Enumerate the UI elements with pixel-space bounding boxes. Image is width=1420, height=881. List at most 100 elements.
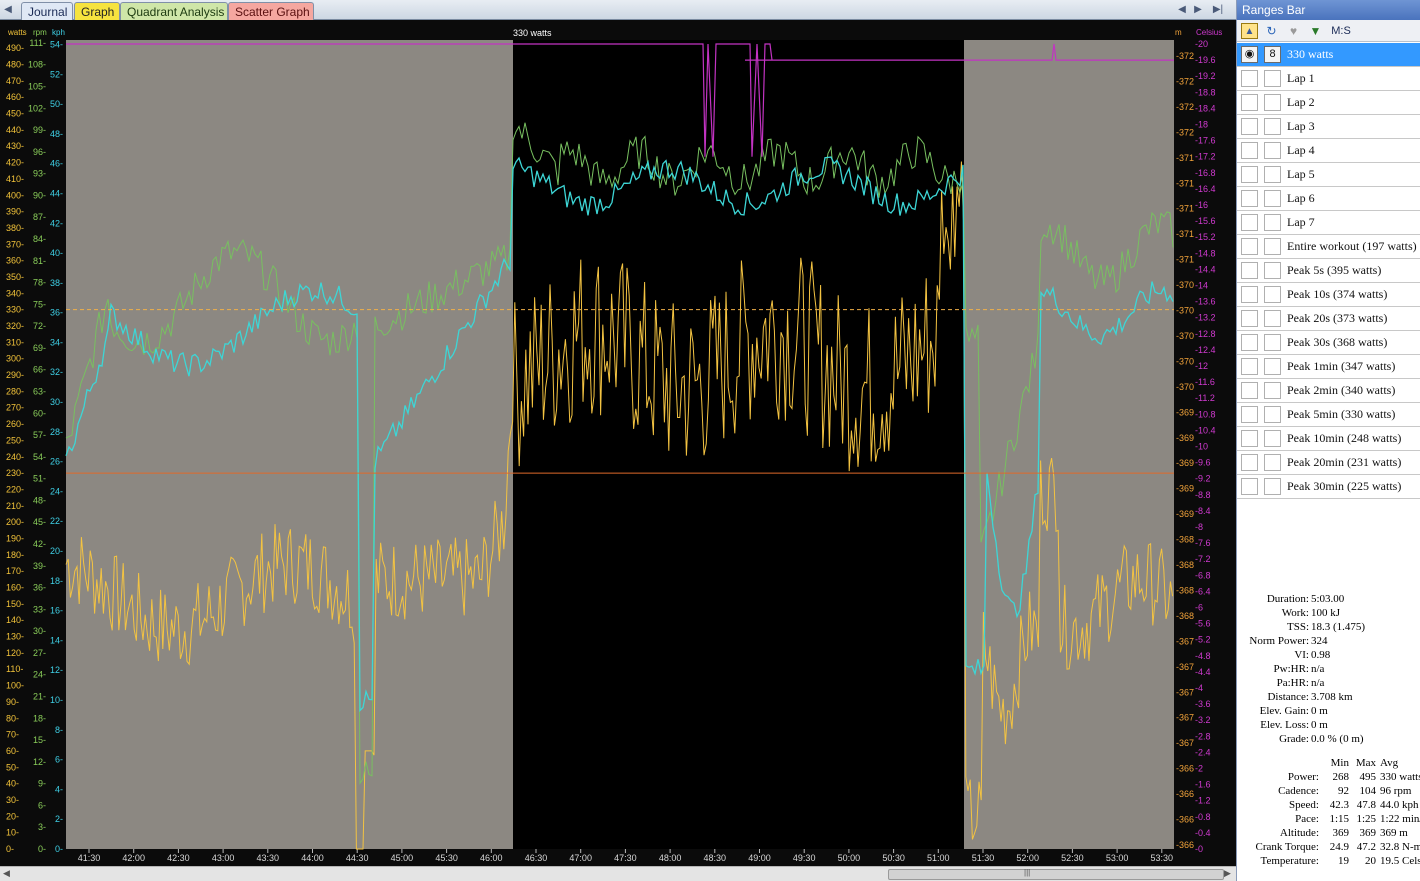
visibility-checkbox[interactable] bbox=[1241, 454, 1258, 471]
visibility-checkbox[interactable] bbox=[1241, 94, 1258, 111]
ranges-toolbar: ▲ ↻ ♥ ▼ M:S bbox=[1237, 20, 1420, 42]
refresh-icon[interactable]: ↻ bbox=[1263, 23, 1280, 39]
visibility-checkbox[interactable] bbox=[1241, 430, 1258, 447]
lock-checkbox[interactable] bbox=[1264, 454, 1281, 471]
range-item[interactable]: Lap 3 bbox=[1237, 115, 1420, 139]
range-item[interactable]: Peak 5s (395 watts) bbox=[1237, 259, 1420, 283]
lock-checkbox[interactable] bbox=[1264, 310, 1281, 327]
range-item[interactable]: Lap 2 bbox=[1237, 91, 1420, 115]
visibility-checkbox[interactable] bbox=[1241, 334, 1258, 351]
visibility-checkbox[interactable] bbox=[1241, 262, 1258, 279]
celsius-tick-label: -5.2 bbox=[1195, 635, 1211, 645]
lock-checkbox[interactable] bbox=[1264, 142, 1281, 159]
scrollbar-thumb[interactable] bbox=[888, 869, 1224, 880]
altitude-tick-label: -372 bbox=[1176, 127, 1194, 137]
range-item[interactable]: Lap 1 bbox=[1237, 67, 1420, 91]
scroll-left-icon[interactable]: ◀ bbox=[3, 868, 10, 879]
watts-tick-label: 140- bbox=[6, 615, 24, 625]
visibility-checkbox[interactable] bbox=[1241, 310, 1258, 327]
range-item[interactable]: Lap 5 bbox=[1237, 163, 1420, 187]
range-item[interactable]: Peak 5min (330 watts) bbox=[1237, 403, 1420, 427]
stats-max: 47.8 bbox=[1356, 799, 1376, 811]
tab-graph-label: Graph bbox=[81, 5, 115, 19]
lock-checkbox[interactable] bbox=[1264, 166, 1281, 183]
rpm-tick-label: 30- bbox=[33, 626, 46, 636]
visibility-checkbox[interactable] bbox=[1241, 382, 1258, 399]
range-item[interactable]: ◉ 8 330 watts bbox=[1237, 43, 1420, 67]
altitude-tick-label: -370 bbox=[1176, 331, 1194, 341]
rpm-tick-label: 54- bbox=[33, 452, 46, 462]
range-item[interactable]: Peak 1min (347 watts) bbox=[1237, 355, 1420, 379]
celsius-tick-label: -18 bbox=[1195, 120, 1208, 130]
workout-graph[interactable]: watts rpm kph m Celsius 0- 10- 20- 30- 40- 50- 60- 7… bbox=[0, 20, 1236, 870]
shield-icon[interactable]: ♥ bbox=[1285, 23, 1302, 39]
heart-icon[interactable]: ▼ bbox=[1307, 23, 1324, 39]
lock-checkbox[interactable] bbox=[1264, 430, 1281, 447]
range-item[interactable]: Lap 7 bbox=[1237, 211, 1420, 235]
kph-tick-label: 38- bbox=[50, 278, 63, 288]
visibility-checkbox[interactable] bbox=[1241, 406, 1258, 423]
range-item[interactable]: Peak 30min (225 watts) bbox=[1237, 475, 1420, 499]
chain-icon[interactable]: 8 bbox=[1264, 46, 1281, 63]
altitude-tick-label: -369 bbox=[1176, 458, 1194, 468]
range-item[interactable]: Entire workout (197 watts) bbox=[1237, 235, 1420, 259]
watts-tick-label: 490- bbox=[6, 43, 24, 53]
range-item[interactable]: Peak 30s (368 watts) bbox=[1237, 331, 1420, 355]
open-range-icon[interactable]: ▲ bbox=[1241, 23, 1258, 39]
tab-scatter-graph[interactable]: Scatter Graph bbox=[228, 2, 314, 20]
lock-checkbox[interactable] bbox=[1264, 358, 1281, 375]
watts-tick-label: 180- bbox=[6, 550, 24, 560]
lock-checkbox[interactable] bbox=[1264, 262, 1281, 279]
lock-checkbox[interactable] bbox=[1264, 70, 1281, 87]
range-item[interactable]: Peak 2min (340 watts) bbox=[1237, 379, 1420, 403]
stats-row: Cadence: 92 104 96 rpm bbox=[1237, 784, 1420, 798]
tab-scroll-left-icon[interactable]: ◀ bbox=[2, 3, 14, 17]
tab-prev-icon[interactable]: ◀ bbox=[1176, 3, 1188, 17]
tab-graph[interactable]: Graph bbox=[74, 2, 120, 20]
range-item[interactable]: Peak 10min (248 watts) bbox=[1237, 427, 1420, 451]
lock-checkbox[interactable] bbox=[1264, 238, 1281, 255]
visibility-checkbox[interactable] bbox=[1241, 142, 1258, 159]
lock-checkbox[interactable] bbox=[1264, 406, 1281, 423]
tab-end-icon[interactable]: ▶| bbox=[1212, 3, 1224, 17]
tab-journal[interactable]: Journal bbox=[21, 2, 73, 20]
visibility-checkbox[interactable] bbox=[1241, 118, 1258, 135]
visibility-checkbox[interactable] bbox=[1241, 214, 1258, 231]
lock-checkbox[interactable] bbox=[1264, 478, 1281, 495]
tab-quadrant-analysis[interactable]: Quadrant Analysis bbox=[120, 2, 228, 20]
range-item[interactable]: Lap 6 bbox=[1237, 187, 1420, 211]
visibility-checkbox[interactable] bbox=[1241, 286, 1258, 303]
lock-checkbox[interactable] bbox=[1264, 214, 1281, 231]
celsius-tick-label: -4.4 bbox=[1195, 667, 1211, 677]
visibility-checkbox[interactable] bbox=[1241, 190, 1258, 207]
x-tick-label: 48:30 bbox=[704, 853, 727, 863]
stats-min: 19 bbox=[1338, 855, 1349, 867]
scroll-right-icon[interactable]: ▶ bbox=[1224, 868, 1231, 879]
range-item[interactable]: Peak 20s (373 watts) bbox=[1237, 307, 1420, 331]
visibility-checkbox[interactable] bbox=[1241, 70, 1258, 87]
time-format-toggle[interactable]: M:S bbox=[1329, 23, 1353, 39]
lock-checkbox[interactable] bbox=[1264, 382, 1281, 399]
graph-horizontal-scrollbar[interactable]: ◀ ||| ▶ bbox=[0, 866, 1236, 881]
lock-checkbox[interactable] bbox=[1264, 94, 1281, 111]
range-item[interactable]: Peak 10s (374 watts) bbox=[1237, 283, 1420, 307]
range-item[interactable]: Lap 4 bbox=[1237, 139, 1420, 163]
altitude-tick-label: -371 bbox=[1176, 178, 1194, 188]
tab-next-icon[interactable]: ▶ bbox=[1192, 3, 1204, 17]
summary-row: VI: 0.98 bbox=[1237, 648, 1420, 662]
celsius-tick-label: -20 bbox=[1195, 39, 1208, 49]
lock-checkbox[interactable] bbox=[1264, 118, 1281, 135]
range-item-label: 330 watts bbox=[1287, 47, 1334, 61]
kph-tick-label: 24- bbox=[50, 486, 63, 496]
visibility-checkbox[interactable] bbox=[1241, 166, 1258, 183]
visibility-checkbox[interactable] bbox=[1241, 238, 1258, 255]
summary-row: Work: 100 kJ bbox=[1237, 606, 1420, 620]
lock-checkbox[interactable] bbox=[1264, 334, 1281, 351]
lock-checkbox[interactable] bbox=[1264, 286, 1281, 303]
range-item[interactable]: Peak 20min (231 watts) bbox=[1237, 451, 1420, 475]
lock-checkbox[interactable] bbox=[1264, 190, 1281, 207]
visibility-checkbox[interactable] bbox=[1241, 358, 1258, 375]
workout-graph-svg[interactable]: watts rpm kph m Celsius 0- 10- 20- 30- 40- 50- 60- 7… bbox=[0, 20, 1236, 866]
visibility-checkbox[interactable] bbox=[1241, 478, 1258, 495]
eye-icon[interactable]: ◉ bbox=[1241, 46, 1258, 63]
